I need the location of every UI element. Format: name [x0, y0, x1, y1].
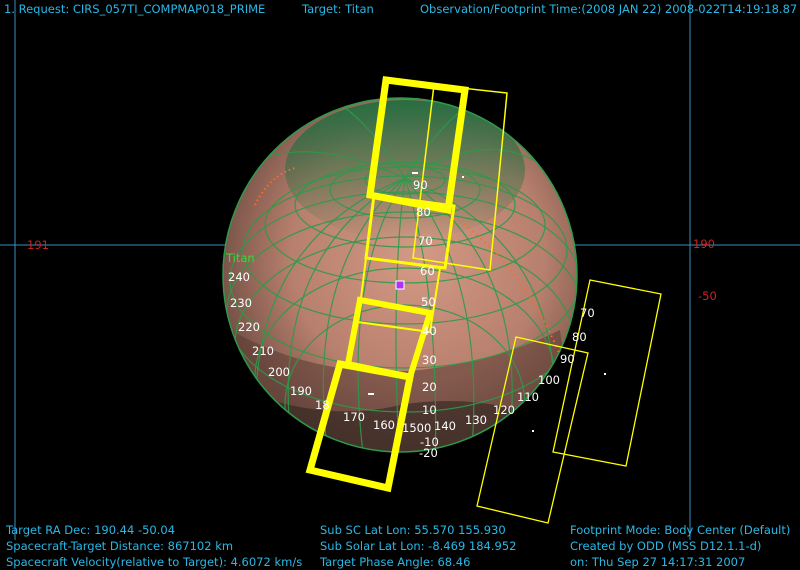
lat-label: 30 [422, 353, 437, 367]
lat-label: 60 [420, 264, 435, 278]
lon-label: 220 [238, 320, 260, 334]
lat-label: 90 [413, 178, 428, 192]
sub-solar-lat-lon: Sub Solar Lat Lon: -8.469 184.952 [320, 539, 517, 553]
target-label: Target: Titan [302, 2, 374, 16]
spacecraft-distance: Spacecraft-Target Distance: 867102 km [6, 539, 234, 553]
body-name-label: Titan [226, 251, 255, 265]
lon-label: 170 [343, 410, 365, 424]
sub-sc-lat-lon: Sub SC Lat Lon: 55.570 155.930 [320, 523, 506, 537]
lat-label: 50 [421, 295, 436, 309]
lon-label: 240 [228, 270, 250, 284]
sub-spacecraft-marker [395, 280, 405, 290]
lon-label: 150 [402, 421, 424, 435]
lon-label: 230 [230, 296, 252, 310]
lon-label: 200 [268, 365, 290, 379]
lon-label: 210 [252, 344, 274, 358]
star-marker-2 [368, 393, 374, 395]
right-longitude-label: 190 [693, 237, 715, 251]
titan-sphere [222, 97, 578, 453]
left-longitude-label: 191 [27, 238, 49, 252]
lat-label: 70 [418, 234, 433, 248]
lon-label: 130 [465, 413, 487, 427]
lon-label: 18 [315, 398, 330, 412]
star-marker-4 [532, 430, 534, 432]
lon-label: 80 [572, 330, 587, 344]
lon-label: 90 [560, 352, 575, 366]
lat-label: 40 [422, 324, 437, 338]
footprint-mode: Footprint Mode: Body Center (Default) [570, 523, 791, 537]
spacecraft-velocity: Spacecraft Velocity(relative to Target):… [6, 555, 303, 569]
created-by: Created by ODD (MSS D12.1.1-d) [570, 539, 762, 553]
lon-label: 70 [580, 306, 595, 320]
lon-label: 140 [434, 419, 456, 433]
created-on: on: Thu Sep 27 14:17:31 2007 [570, 555, 746, 569]
observation-time-label: Observation/Footprint Time:(2008 JAN 22)… [420, 2, 798, 16]
lat-label: 20 [422, 380, 437, 394]
lon-label: 100 [538, 373, 560, 387]
target-ra-dec: Target RA Dec: 190.44 -50.04 [6, 523, 176, 537]
request-label: 1. Request: CIRS_057TI_COMPMAP018_PRIME [4, 2, 266, 16]
lon-label: 120 [493, 403, 515, 417]
scene-canvas [0, 0, 800, 540]
phase-angle: Target Phase Angle: 68.46 [320, 555, 471, 569]
lon-label: 110 [517, 390, 539, 404]
lat-label: 10 [422, 403, 437, 417]
lat-label: -20 [419, 446, 438, 460]
lat-label: 0 [424, 421, 432, 435]
star-marker-3 [604, 373, 606, 375]
lon-label: 190 [290, 384, 312, 398]
lon-label: 160 [373, 418, 395, 432]
star-marker-1 [412, 172, 418, 174]
star-marker-5 [462, 176, 464, 178]
right-latitude-label: -50 [698, 289, 717, 303]
lat-label: 80 [416, 205, 431, 219]
